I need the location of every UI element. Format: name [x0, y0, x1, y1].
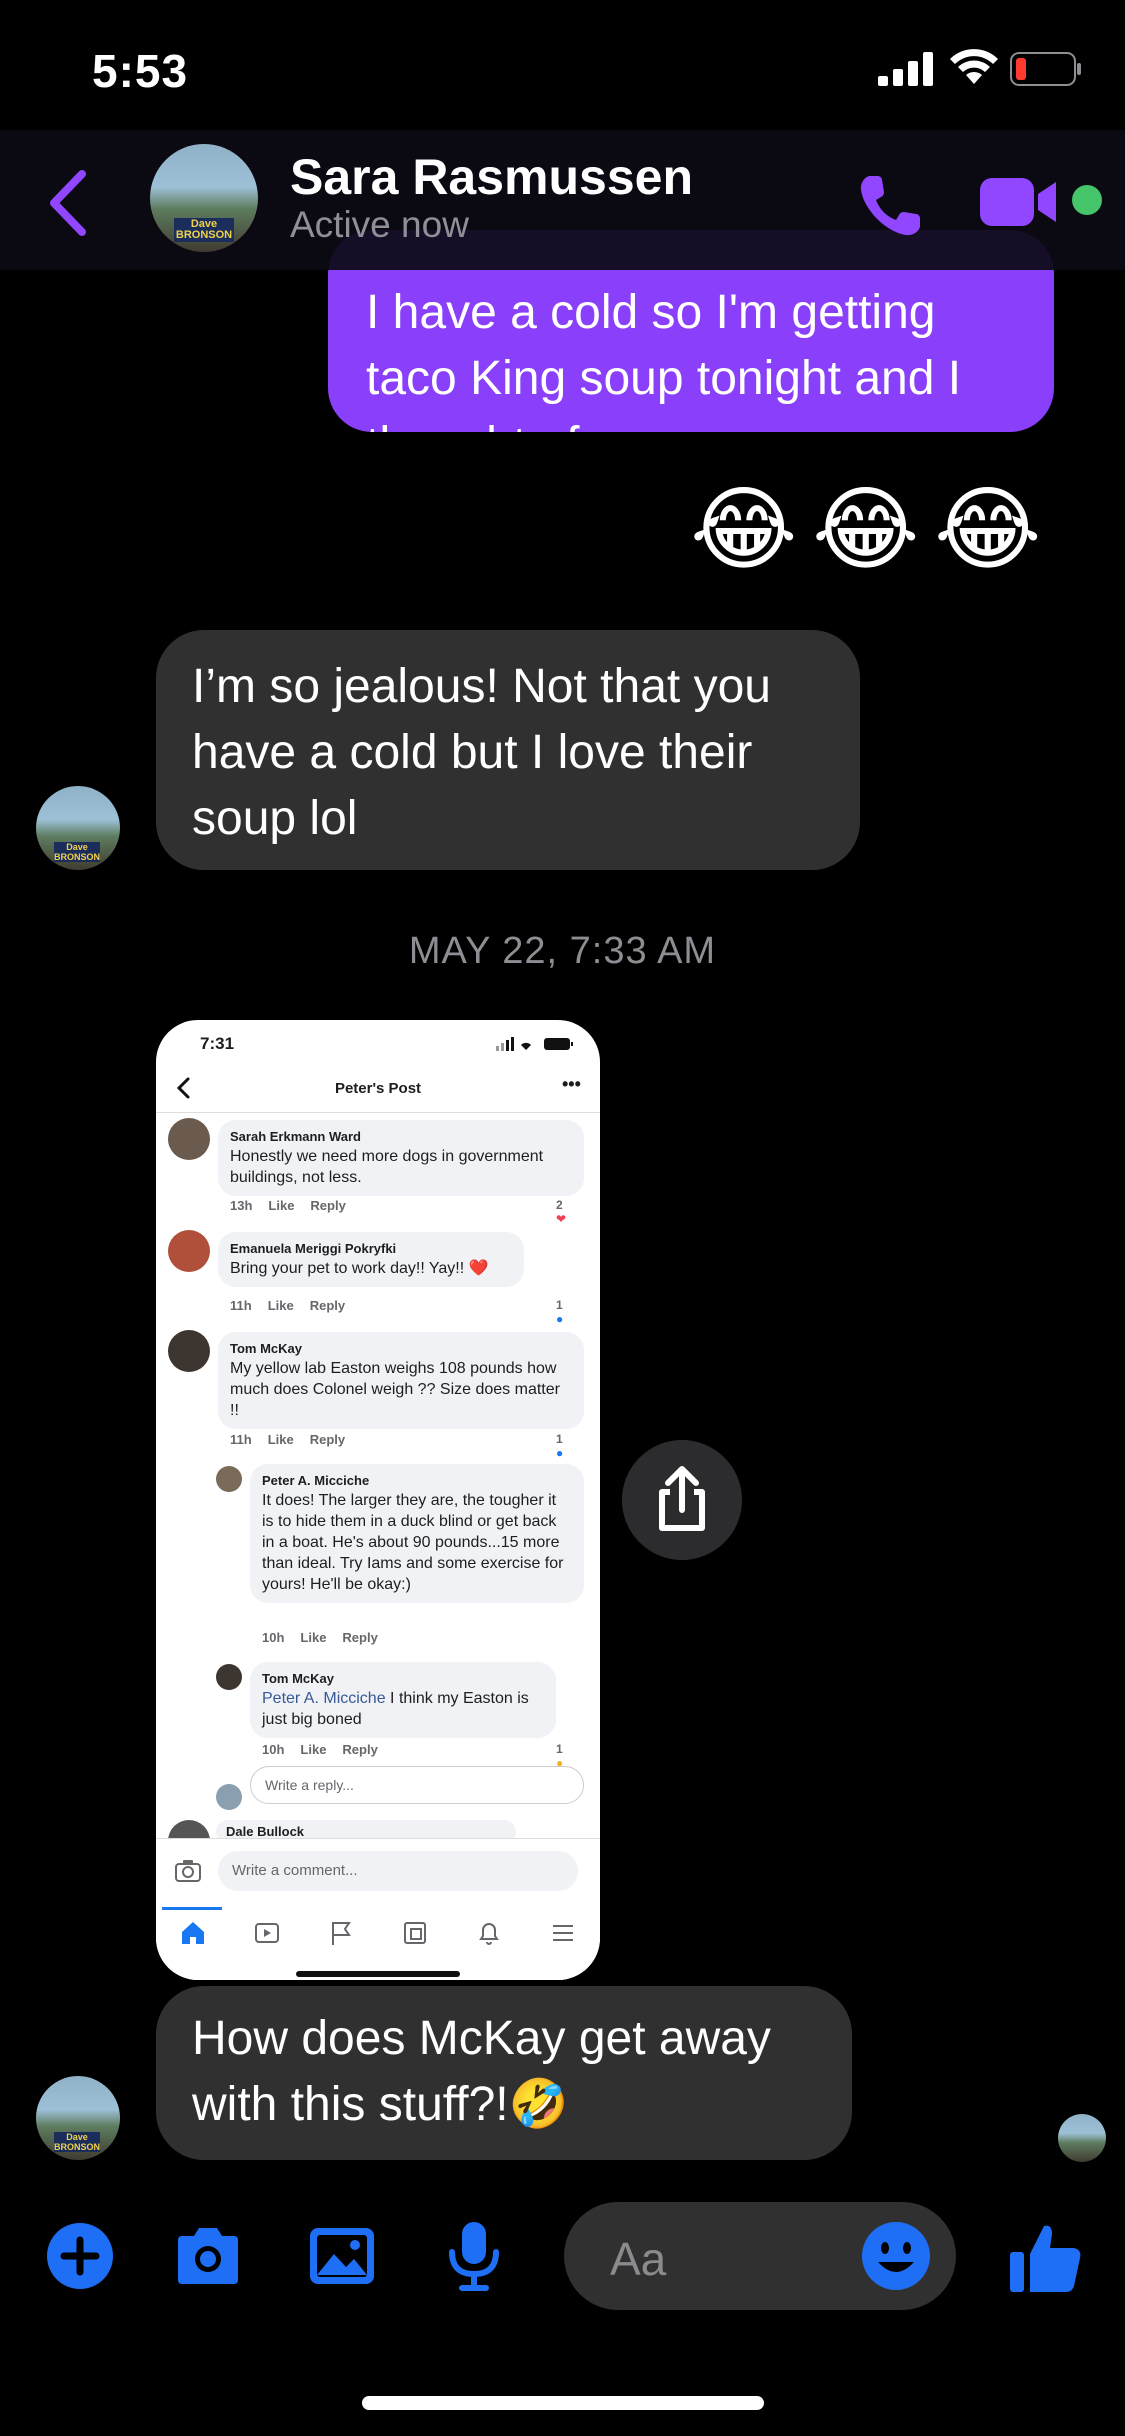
- screenshot-post-title: Peter's Post: [334, 1080, 422, 1097]
- laughing-emoji: 😂: [812, 479, 920, 581]
- screenshot-comment-field: Write a comment...: [218, 1851, 578, 1891]
- screenshot-home-icon: [182, 1922, 204, 1944]
- screenshot-status-time: 7:31: [200, 1034, 235, 1053]
- message-composer: Aa: [0, 2196, 1125, 2316]
- message-input[interactable]: Aa: [564, 2202, 956, 2310]
- comment-bubble: Tom McKay Peter A. Micciche I think my E…: [250, 1662, 556, 1738]
- emoji-icon[interactable]: [860, 2220, 932, 2292]
- screenshot-camera-icon: [175, 1860, 201, 1882]
- screenshot-reply-field: Write a reply...: [250, 1766, 584, 1804]
- contact-avatar[interactable]: Dave BRONSON: [150, 144, 258, 252]
- plus-icon[interactable]: [44, 2220, 116, 2292]
- reply-avatar: [216, 1784, 242, 1810]
- status-time: 5:53: [92, 45, 189, 97]
- avatar-caption: Dave BRONSON: [174, 218, 234, 242]
- screenshot-status-icons: [496, 1037, 573, 1051]
- wifi-icon: [950, 49, 998, 84]
- comment-bubble: Peter A. Micciche It does! The larger th…: [250, 1464, 584, 1603]
- screenshot-active-tab-indicator: [162, 1907, 222, 1910]
- laughing-emoji: 😂: [690, 479, 798, 581]
- back-chevron-icon[interactable]: [44, 168, 94, 238]
- reaction-count: 1 ●: [556, 1432, 564, 1460]
- comment-meta: 13h Like Reply: [230, 1198, 346, 1213]
- status-bar: 5:53: [0, 0, 1125, 130]
- commenter-avatar: [168, 1330, 210, 1372]
- comment-text: Peter A. Micciche I think my Easton is j…: [262, 1690, 529, 1728]
- screenshot-bell-icon: [479, 1923, 499, 1945]
- comment-bubble: Tom McKay My yellow lab Easton weighs 10…: [218, 1332, 584, 1429]
- laughing-emoji: 😂: [934, 479, 1042, 581]
- comment-text: It does! The larger they are, the toughe…: [262, 1492, 564, 1593]
- comment-bubble: Sarah Erkmann Ward Honestly we need more…: [218, 1120, 584, 1196]
- screenshot-compose-bar: Write a comment...: [156, 1838, 600, 1980]
- emoji-message[interactable]: 😂 😂 😂: [690, 478, 1050, 588]
- comment-author: Tom McKay: [230, 1341, 302, 1356]
- comment-meta: 11h Like Reply: [230, 1432, 346, 1447]
- sender-avatar[interactable]: Dave BRONSON: [36, 786, 120, 870]
- screenshot-menu-icon: [553, 1925, 573, 1941]
- message-input-placeholder: Aa: [610, 2233, 667, 2285]
- screenshot-groups-icon: [404, 1922, 426, 1944]
- comment-text: Honestly we need more dogs in government…: [230, 1148, 544, 1186]
- home-indicator[interactable]: [362, 2396, 764, 2410]
- screenshot-home-indicator: [296, 1971, 460, 1977]
- comment-author: Peter A. Micciche: [262, 1473, 370, 1488]
- comment-text: Bring your pet to work day!! Yay!! ❤️: [230, 1260, 489, 1277]
- incoming-message[interactable]: How does McKay get away with this stuff?…: [156, 1986, 852, 2160]
- active-status: Active now: [290, 204, 469, 245]
- comment-author: Emanuela Meriggi Pokryfki: [230, 1241, 397, 1256]
- comment-meta: 10h Like Reply: [262, 1630, 378, 1645]
- screenshot-more-icon: •••: [562, 1074, 581, 1094]
- commenter-avatar: [168, 1118, 210, 1160]
- contact-name[interactable]: Sara Rasmussen: [290, 148, 693, 206]
- read-receipt-avatar: [1058, 2114, 1106, 2162]
- commenter-avatar: [168, 1230, 210, 1272]
- avatar-caption: Dave BRONSON: [54, 842, 101, 862]
- comment-text: My yellow lab Easton weighs 108 pounds h…: [230, 1360, 560, 1419]
- screenshot-video-icon: [255, 1923, 279, 1943]
- screenshot-divider: [156, 1112, 600, 1113]
- comment-author: Sarah Erkmann Ward: [230, 1129, 362, 1144]
- screenshot-tab-bar: [156, 1913, 600, 1953]
- phone-call-icon[interactable]: [856, 170, 926, 240]
- cellular-signal-icon: [878, 52, 933, 86]
- comment-author: Tom McKay: [262, 1671, 334, 1686]
- reaction-count: 1 ●: [556, 1298, 564, 1326]
- reaction-count: 2 ❤: [556, 1198, 567, 1226]
- thumbs-up-icon[interactable]: [1008, 2220, 1084, 2296]
- video-call-icon[interactable]: [980, 172, 1060, 232]
- screenshot-flag-icon: [332, 1922, 351, 1945]
- avatar-caption: Dave BRONSON: [54, 2132, 101, 2152]
- battery-icon: [1010, 52, 1081, 86]
- commenter-avatar: [216, 1466, 242, 1492]
- microphone-icon[interactable]: [438, 2220, 510, 2292]
- comment-meta: 10h Like Reply: [262, 1742, 378, 1757]
- online-indicator: [1072, 185, 1102, 215]
- sender-avatar[interactable]: Dave BRONSON: [36, 2076, 120, 2160]
- conversation-header: Dave BRONSON Sara Rasmussen Active now: [0, 130, 1125, 270]
- commenter-avatar: [216, 1664, 242, 1690]
- camera-icon[interactable]: [172, 2220, 244, 2292]
- incoming-message[interactable]: I’m so jealous! Not that you have a cold…: [156, 630, 860, 870]
- message-timestamp: MAY 22, 7:33 AM: [408, 930, 717, 972]
- comment-meta: 11h Like Reply: [230, 1298, 346, 1313]
- share-icon[interactable]: [622, 1440, 742, 1560]
- photo-icon[interactable]: [306, 2220, 378, 2292]
- comment-bubble: Emanuela Meriggi Pokryfki Bring your pet…: [218, 1232, 524, 1287]
- shared-screenshot-image[interactable]: 7:31 Peter's Post ••• Sarah Erkmann Ward…: [156, 1020, 600, 1980]
